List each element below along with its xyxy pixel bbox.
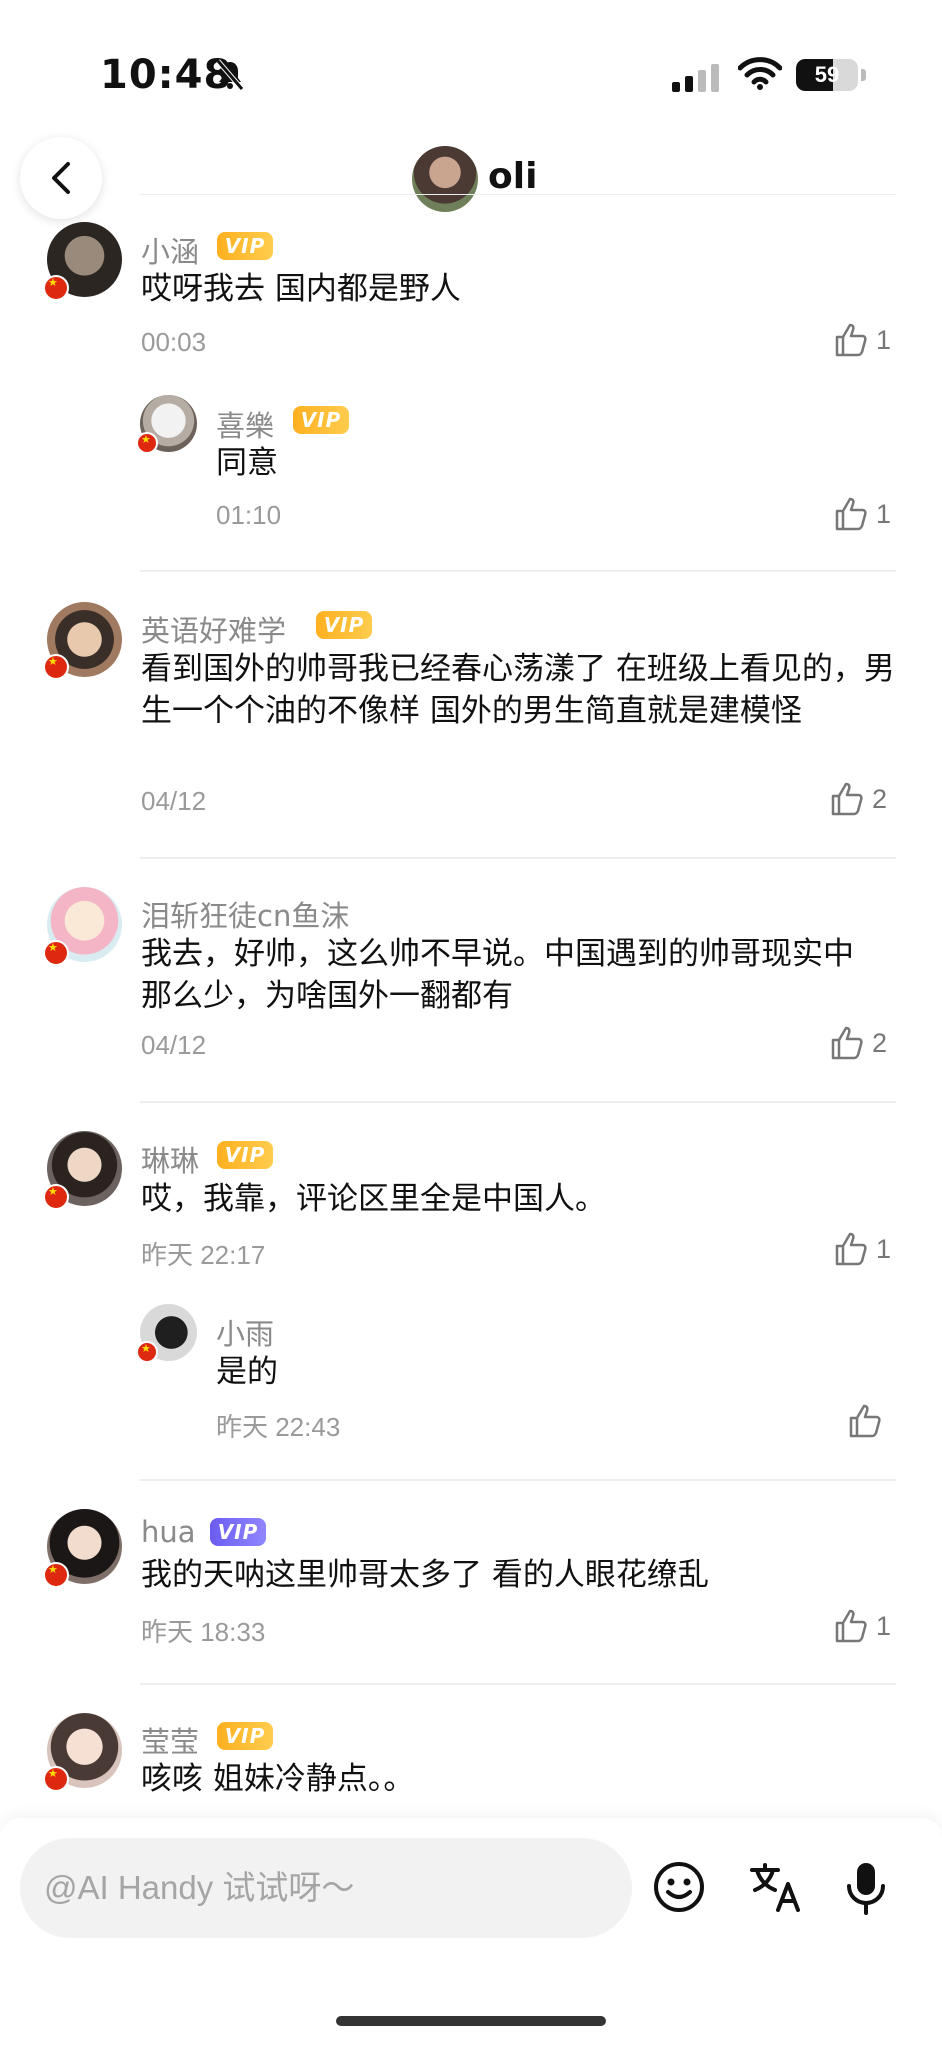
header-title[interactable]: oli: [488, 156, 537, 197]
like-button[interactable]: 2: [830, 781, 887, 817]
vip-badge: VIP: [316, 611, 372, 639]
battery-tip: [861, 69, 866, 81]
status-bar: 10:48 59: [0, 0, 942, 150]
vip-badge: VIP: [217, 1722, 273, 1750]
comment-divider: [140, 1101, 896, 1103]
like-button[interactable]: 1: [834, 322, 891, 358]
comment-username[interactable]: 小雨: [216, 1311, 274, 1353]
flag-icon: [136, 432, 158, 454]
header-avatar[interactable]: [412, 146, 478, 212]
emoji-icon[interactable]: [652, 1860, 706, 1918]
like-count: 1: [876, 1233, 892, 1264]
comment-time: 04/12: [141, 1030, 207, 1060]
flag-icon: [136, 1341, 158, 1363]
comment-username[interactable]: 英语好难学: [141, 608, 286, 650]
comment-divider: [140, 1479, 896, 1481]
flag-icon: [43, 1766, 69, 1792]
comment-username[interactable]: 喜樂: [216, 403, 274, 445]
vip-badge: VIP: [293, 406, 349, 434]
home-indicator: [336, 2016, 606, 2026]
translate-icon[interactable]: [748, 1860, 804, 1918]
thumbs-up-icon: [835, 1609, 867, 1643]
comment-time: 01:10: [216, 500, 282, 530]
comment-username[interactable]: hua: [141, 1515, 196, 1549]
comment-text: 是的: [216, 1354, 278, 1390]
thumbs-up-icon: [849, 1404, 881, 1438]
cellular-signal-icon: [672, 64, 722, 96]
comment-username[interactable]: 小涵: [141, 229, 199, 271]
silent-bell-icon: [214, 58, 246, 96]
back-arrow-icon: [52, 162, 70, 194]
battery-percent: 59: [814, 62, 840, 87]
comment-input[interactable]: @AI Handy 试试呀～: [20, 1838, 632, 1938]
like-button[interactable]: 1: [834, 1231, 891, 1267]
vip-badge: VIP: [217, 1141, 273, 1169]
comment-text: 同意: [216, 445, 278, 481]
battery-indicator: 59: [796, 59, 858, 91]
thumbs-up-icon: [831, 1026, 863, 1060]
comment-input-bar: @AI Handy 试试呀～: [0, 1818, 942, 2048]
comment-time: 昨天 22:43: [216, 1412, 341, 1442]
comment-divider: [140, 570, 896, 572]
thumbs-up-icon: [835, 1232, 867, 1266]
comment-text: 咳咳 姐妹冷静点。。: [141, 1761, 415, 1797]
like-count: 2: [872, 783, 888, 814]
like-count: 2: [872, 1027, 888, 1058]
like-button[interactable]: 1: [834, 1608, 891, 1644]
flag-icon: [43, 275, 69, 301]
thumbs-up-icon: [835, 323, 867, 357]
flag-icon: [43, 1184, 69, 1210]
thumbs-up-icon: [835, 497, 867, 531]
like-button[interactable]: 2: [830, 1025, 887, 1061]
comment-divider: [140, 857, 896, 859]
like-button[interactable]: 1: [834, 496, 891, 532]
thumbs-up-icon: [831, 782, 863, 816]
like-count: 1: [876, 1610, 892, 1641]
comment-username[interactable]: 泪斩狂徒cn鱼沫: [141, 893, 349, 935]
vip-badge: VIP: [210, 1518, 266, 1546]
comment-time: 04/12: [141, 786, 207, 816]
like-count: 1: [876, 498, 892, 529]
comment-username[interactable]: 莹莹: [141, 1719, 199, 1761]
comment-text: 哎呀我去 国内都是野人: [141, 271, 461, 307]
flag-icon: [43, 940, 69, 966]
flag-icon: [43, 654, 69, 680]
comment-username[interactable]: 琳琳: [141, 1138, 199, 1180]
comment-text: 哎，我靠，评论区里全是中国人。: [141, 1181, 606, 1217]
comment-divider: [140, 1683, 896, 1685]
back-button[interactable]: [20, 137, 102, 219]
wifi-icon: [737, 56, 783, 94]
comment-text: 我去，好帅，这么帅不早说。中国遇到的帅哥现实中那么少，为啥国外一翻都有: [141, 936, 854, 1014]
comment-text: 看到国外的帅哥我已经春心荡漾了 在班级上看见的，男生一个个油的不像样 国外的男生…: [141, 651, 895, 729]
microphone-icon[interactable]: [842, 1860, 890, 1920]
comment-time: 昨天 18:33: [141, 1617, 266, 1647]
like-count: 1: [876, 324, 892, 355]
flag-icon: [43, 1562, 69, 1588]
vip-badge: VIP: [217, 232, 273, 260]
header-divider: [140, 194, 896, 195]
like-button[interactable]: [848, 1403, 890, 1439]
comment-time: 昨天 22:17: [141, 1240, 266, 1270]
comment-time: 00:03: [141, 327, 207, 357]
status-time: 10:48: [100, 52, 233, 98]
comment-text: 我的天呐这里帅哥太多了 看的人眼花缭乱: [141, 1557, 709, 1593]
